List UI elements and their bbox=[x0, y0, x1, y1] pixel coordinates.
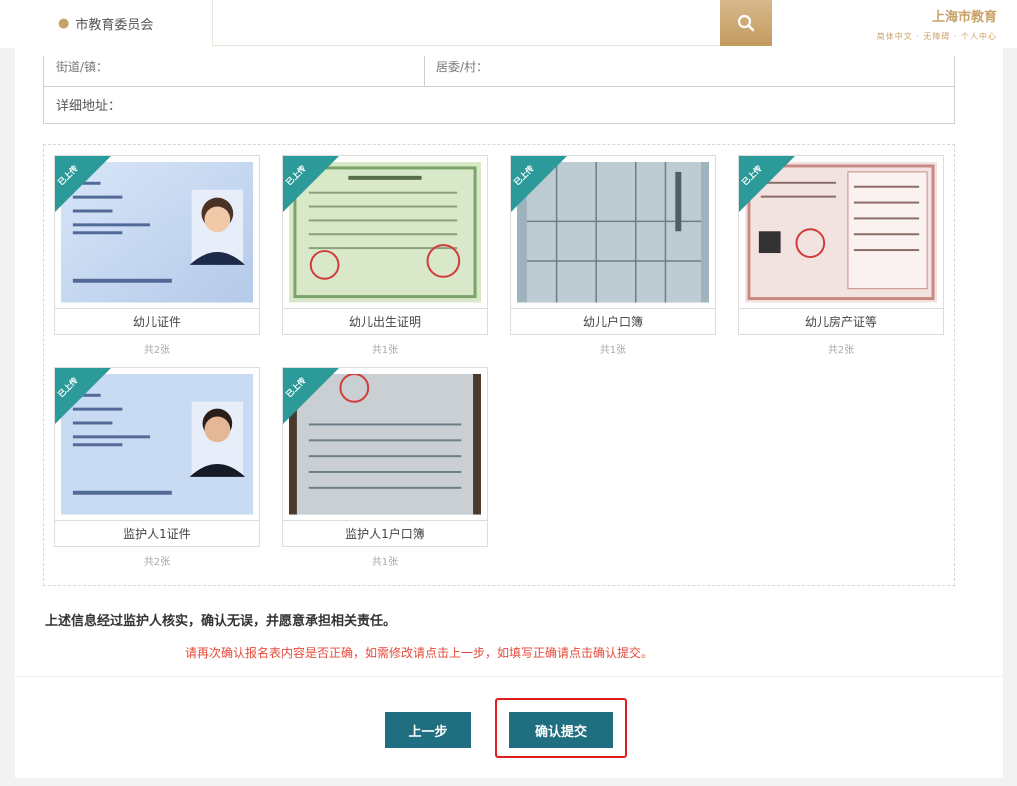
doc-count: 共1张 bbox=[371, 345, 399, 356]
doc-count: 共2张 bbox=[827, 345, 855, 356]
doc-household-register: 已上传 幼儿户口簿 共1张 bbox=[510, 155, 716, 356]
search-input[interactable] bbox=[213, 0, 725, 46]
form-card: 街道/镇： 居委/村： 详细地址： 已上传 幼儿证件 共2张 已上传 幼儿出生证… bbox=[15, 48, 1003, 778]
brand: 上海市教育 简体中文 · 无障碍 · 个人中心 bbox=[877, 6, 997, 42]
top-bar: ● 市教育委员会 上海市教育 简体中文 · 无障碍 · 个人中心 bbox=[0, 0, 1017, 48]
doc-thumbnail[interactable]: 已上传 bbox=[510, 155, 716, 309]
doc-caption: 幼儿证件 bbox=[54, 309, 260, 335]
search-button[interactable] bbox=[720, 0, 772, 46]
doc-birth-certificate: 已上传 幼儿出生证明 共1张 bbox=[282, 155, 488, 356]
doc-guardian-id: 已上传 监护人1证件 共2张 bbox=[54, 367, 260, 568]
doc-count: 共1张 bbox=[371, 557, 399, 568]
doc-thumbnail[interactable]: 已上传 bbox=[738, 155, 944, 309]
search-icon bbox=[737, 14, 755, 32]
doc-caption: 幼儿出生证明 bbox=[282, 309, 488, 335]
address-table: 街道/镇： 居委/村： 详细地址： bbox=[43, 56, 955, 124]
committee-label: 居委/村： bbox=[436, 60, 489, 74]
street-label: 街道/镇： bbox=[56, 60, 109, 74]
doc-child-id: 已上传 幼儿证件 共2张 bbox=[54, 155, 260, 356]
brand-title: 上海市教育 bbox=[931, 10, 997, 25]
brand-links[interactable]: 简体中文 · 无障碍 · 个人中心 bbox=[877, 31, 997, 42]
doc-guardian-household-register: 已上传 监护人1户口簿 共1张 bbox=[282, 367, 488, 568]
doc-caption: 监护人1户口簿 bbox=[282, 521, 488, 547]
location-pin-icon: ● bbox=[58, 16, 70, 31]
confirm-statement: 上述信息经过监护人核实，确认无误，并愿意承担相关责任。 bbox=[45, 614, 397, 629]
doc-count: 共1张 bbox=[599, 345, 627, 356]
table-divider bbox=[424, 56, 425, 86]
previous-step-button[interactable]: 上一步 bbox=[385, 712, 471, 748]
doc-caption: 监护人1证件 bbox=[54, 521, 260, 547]
submit-highlight-box bbox=[495, 698, 627, 758]
doc-count: 共2张 bbox=[143, 557, 171, 568]
document-upload-area: 已上传 幼儿证件 共2张 已上传 幼儿出生证明 共1张 已上传 幼儿户口簿 共1… bbox=[43, 144, 955, 586]
doc-caption: 幼儿户口簿 bbox=[510, 309, 716, 335]
divider bbox=[15, 676, 1003, 677]
doc-count: 共2张 bbox=[143, 345, 171, 356]
location-selector[interactable]: ● 市教育委员会 bbox=[58, 14, 153, 33]
address-row: 街道/镇： 居委/村： bbox=[44, 56, 954, 87]
search-box bbox=[212, 0, 772, 46]
location-label: 市教育委员会 bbox=[75, 18, 154, 33]
doc-thumbnail[interactable]: 已上传 bbox=[54, 367, 260, 521]
doc-thumbnail[interactable]: 已上传 bbox=[282, 367, 488, 521]
warning-message: 请再次确认报名表内容是否正确，如需修改请点击上一步，如填写正确请点击确认提交。 bbox=[185, 646, 654, 660]
detail-address-label: 详细地址： bbox=[56, 99, 122, 114]
doc-thumbnail[interactable]: 已上传 bbox=[54, 155, 260, 309]
doc-property-certificate: 已上传 幼儿房产证等 共2张 bbox=[738, 155, 944, 356]
doc-thumbnail[interactable]: 已上传 bbox=[282, 155, 488, 309]
doc-caption: 幼儿房产证等 bbox=[738, 309, 944, 335]
